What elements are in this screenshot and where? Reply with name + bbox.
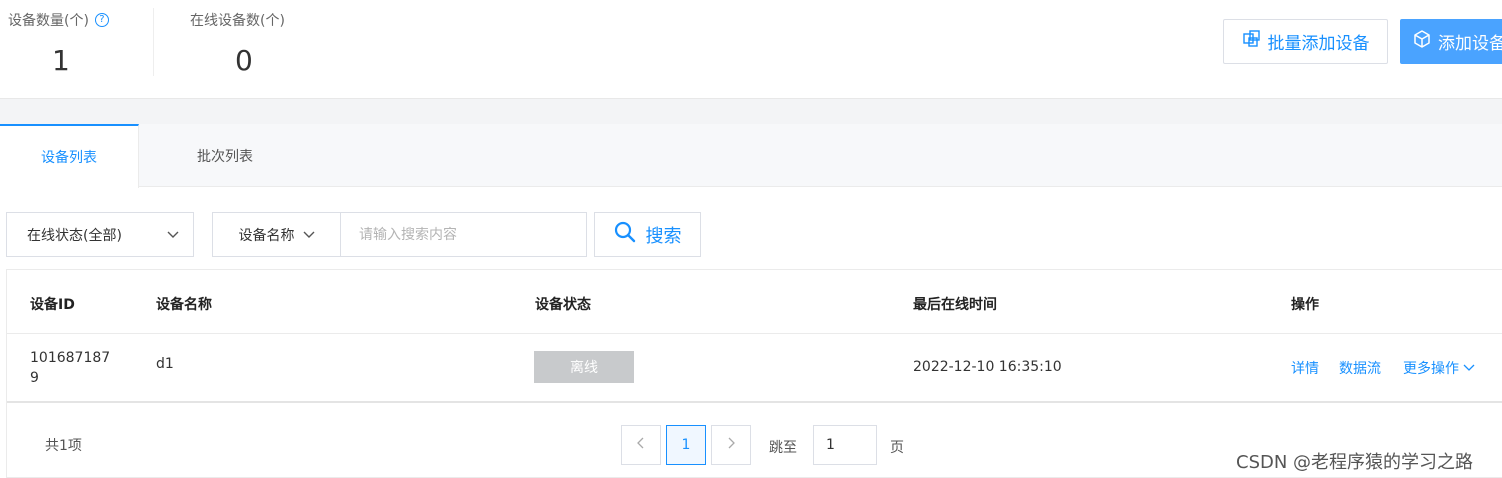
device-count-stat: 设备数量(个) ? 1 <box>8 10 118 77</box>
chevron-down-icon <box>303 227 315 243</box>
batch-add-device-label: 批量添加设备 <box>1267 34 1370 54</box>
next-page-button[interactable] <box>711 425 751 465</box>
tab-batch-list[interactable]: 批次列表 <box>139 124 311 187</box>
column-header-name: 设备名称 <box>156 297 212 313</box>
section-separator <box>0 98 1502 124</box>
column-header-status: 设备状态 <box>535 297 591 313</box>
chevron-right-icon <box>727 437 735 453</box>
last-online-cell: 2022-12-10 16:35:10 <box>913 359 1062 375</box>
prev-page-button[interactable] <box>621 425 661 465</box>
device-id-line2: 9 <box>30 370 39 386</box>
tab-bar: 设备列表 批次列表 <box>0 124 1502 188</box>
jump-to-label: 跳至 <box>769 440 797 456</box>
add-device-button[interactable]: 添加设备 <box>1400 19 1502 64</box>
device-id-line1: 101687187 <box>30 350 111 366</box>
status-badge: 离线 <box>534 351 634 383</box>
watermark: CSDN @老程序猿的学习之路 <box>1236 452 1474 473</box>
more-actions-label: 更多操作 <box>1403 361 1459 377</box>
batch-add-device-button[interactable]: 批量添加设备 <box>1223 19 1388 64</box>
device-name-cell: d1 <box>156 356 174 372</box>
online-count-label: 在线设备数(个) <box>190 13 285 29</box>
search-group: 设备名称 <box>212 212 587 257</box>
online-status-select[interactable]: 在线状态(全部) <box>6 212 194 257</box>
chevron-down-icon <box>1463 360 1475 376</box>
device-count-label: 设备数量(个) <box>8 13 89 29</box>
tab-device-list[interactable]: 设备列表 <box>0 124 139 188</box>
page-button-current[interactable]: 1 <box>666 425 706 465</box>
page-suffix-label: 页 <box>890 440 904 456</box>
column-header-last-online: 最后在线时间 <box>913 297 997 313</box>
device-count-value: 1 <box>52 44 70 77</box>
device-id-cell: 101687187 9 <box>30 348 110 388</box>
add-device-label: 添加设备 <box>1438 34 1502 54</box>
data-stream-link[interactable]: 数据流 <box>1339 358 1381 378</box>
chevron-left-icon <box>637 437 645 453</box>
device-table: 设备ID 设备名称 设备状态 最后在线时间 操作 101687187 9 d1 … <box>6 269 1502 478</box>
stat-divider <box>153 8 154 76</box>
jump-page-input[interactable]: 1 <box>813 425 877 465</box>
table-header: 设备ID 设备名称 设备状态 最后在线时间 操作 <box>7 270 1502 334</box>
cube-icon <box>1412 29 1432 54</box>
column-header-id: 设备ID <box>30 297 75 313</box>
stats-header: 设备数量(个) ? 1 在线设备数(个) 0 批量添加设备 添加设备 <box>0 0 1502 98</box>
table-row: 101687187 9 d1 离线 2022-12-10 16:35:10 详情… <box>7 334 1502 403</box>
search-button-label: 搜索 <box>645 225 682 247</box>
details-link[interactable]: 详情 <box>1291 358 1319 378</box>
help-icon[interactable]: ? <box>94 13 109 27</box>
total-count: 共1项 <box>45 438 82 454</box>
online-status-select-value: 在线状态(全部) <box>27 227 122 244</box>
search-icon <box>614 221 636 248</box>
cubes-icon <box>1242 29 1262 54</box>
chevron-down-icon <box>167 227 179 243</box>
search-button[interactable]: 搜索 <box>594 212 701 257</box>
more-actions-dropdown[interactable]: 更多操作 <box>1403 358 1475 378</box>
column-header-actions: 操作 <box>1291 297 1319 313</box>
search-field-select[interactable]: 设备名称 <box>213 213 341 256</box>
search-input[interactable] <box>341 213 586 256</box>
search-field-select-value: 设备名称 <box>238 227 295 244</box>
online-count-value: 0 <box>235 44 253 77</box>
online-count-stat: 在线设备数(个) 0 <box>190 10 300 77</box>
